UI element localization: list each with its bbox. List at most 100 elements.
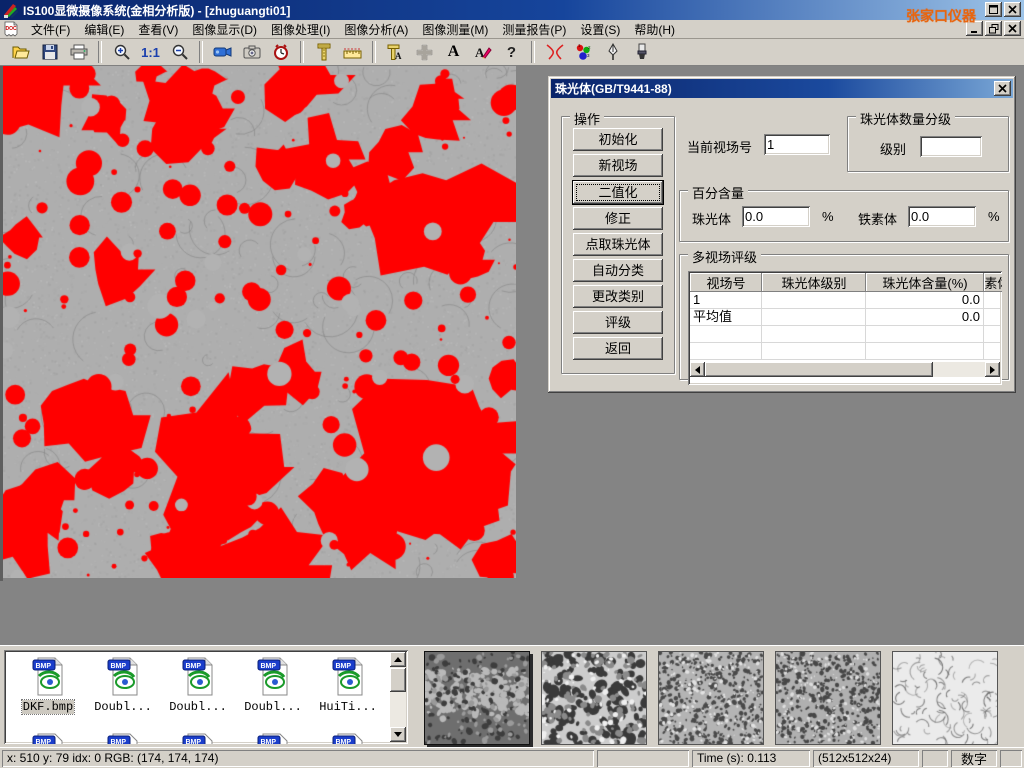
toolbar-separator: [372, 41, 376, 63]
curve-tool-button[interactable]: [540, 39, 569, 65]
binarize-button[interactable]: 二值化: [573, 181, 663, 204]
file-name[interactable]: DKF.bmp: [22, 700, 74, 714]
scroll-left-button[interactable]: [690, 362, 705, 377]
file-name[interactable]: Doubl...: [168, 700, 228, 714]
brush-tool-button[interactable]: [627, 39, 656, 65]
file-browser-panel: BMP DKF.bmp BMP Doubl... BMP Doubl... BM…: [0, 645, 1024, 748]
file-name[interactable]: Doubl...: [93, 700, 153, 714]
multi-field-group-title: 多视场评级: [688, 247, 761, 266]
file-name[interactable]: Doubl...: [243, 700, 303, 714]
print-button[interactable]: [64, 39, 93, 65]
window-title: IS100显微摄像系统(金相分析版) - [zhuguangti01]: [23, 2, 290, 19]
bmp-file-icon: BMP: [181, 732, 215, 744]
save-button[interactable]: [35, 39, 64, 65]
ferrite-percent-input[interactable]: [908, 206, 976, 227]
classify-points-button[interactable]: 123: [569, 39, 598, 65]
svg-text:BMP: BMP: [36, 663, 52, 670]
pearlite-percent-input[interactable]: [742, 206, 810, 227]
file-name[interactable]: HuiTi...: [318, 700, 378, 714]
file-item[interactable]: BMP DKF.bmp: [12, 656, 84, 714]
table-row[interactable]: 1 0.0: [690, 292, 1000, 309]
svg-text:BMP: BMP: [336, 663, 352, 670]
menu-image-measure[interactable]: 图像测量(M): [415, 20, 495, 39]
thumbnail-image[interactable]: [541, 651, 647, 745]
thumbnail-image[interactable]: [658, 651, 764, 745]
file-list-scrollbar[interactable]: [390, 652, 406, 742]
scrollbar-thumb[interactable]: [390, 668, 406, 692]
insert-text-button[interactable]: A: [439, 39, 468, 65]
micrograph-image[interactable]: [3, 66, 516, 578]
zoom-out-button[interactable]: [165, 39, 194, 65]
save-icon: [42, 44, 58, 60]
bmp-file-icon: BMP: [31, 732, 65, 744]
menu-edit[interactable]: 编辑(E): [77, 20, 131, 39]
rating-table[interactable]: 视场号 珠光体级别 珠光体含量(%) 铁素体含量(%) 1 0.0: [688, 271, 1002, 385]
toolbar-separator: [98, 41, 102, 63]
current-field-input[interactable]: [764, 134, 830, 155]
table-horizontal-scrollbar[interactable]: [690, 362, 1000, 377]
file-item[interactable]: BMP: [12, 732, 84, 744]
dialog-close-button[interactable]: [994, 81, 1011, 96]
help-button[interactable]: ?: [497, 39, 526, 65]
menu-settings[interactable]: 设置(S): [573, 20, 627, 39]
edit-text-button[interactable]: A: [468, 39, 497, 65]
timer-button[interactable]: [266, 39, 295, 65]
grade-group: 珠光体数量分级 级别: [847, 116, 1009, 172]
mdi-close-button[interactable]: [1004, 21, 1021, 36]
svg-text:3: 3: [587, 53, 590, 58]
change-class-button[interactable]: 更改类别: [573, 285, 663, 308]
file-item[interactable]: BMP: [312, 732, 384, 744]
pick-pearlite-button[interactable]: 点取珠光体: [573, 233, 663, 256]
pick-tool-button[interactable]: [598, 39, 627, 65]
grade-input[interactable]: [920, 136, 982, 157]
mdi-restore-button[interactable]: [985, 21, 1002, 36]
file-item[interactable]: BMP Doubl...: [162, 656, 234, 714]
scroll-right-button[interactable]: [985, 362, 1000, 377]
help-icon: ?: [507, 44, 516, 61]
file-item[interactable]: BMP: [162, 732, 234, 744]
auto-classify-button[interactable]: 自动分类: [573, 259, 663, 282]
ruler-button[interactable]: [338, 39, 367, 65]
file-item[interactable]: BMP: [87, 732, 159, 744]
caliper-measure-button[interactable]: [309, 39, 338, 65]
menu-help[interactable]: 帮助(H): [627, 20, 682, 39]
file-item[interactable]: BMP: [237, 732, 309, 744]
thumbnail-image[interactable]: [892, 651, 998, 745]
table-row: [690, 326, 1000, 343]
pattern-grid-button[interactable]: [410, 39, 439, 65]
rate-button[interactable]: 评级: [573, 311, 663, 334]
menu-image-display[interactable]: 图像显示(D): [185, 20, 264, 39]
menu-view[interactable]: 查看(V): [131, 20, 185, 39]
new-field-button[interactable]: 新视场: [573, 154, 663, 177]
measure-text-button[interactable]: A: [381, 39, 410, 65]
scroll-down-button[interactable]: [390, 727, 406, 742]
file-item[interactable]: BMP Doubl...: [87, 656, 159, 714]
table-row[interactable]: 平均值 0.0: [690, 309, 1000, 326]
scroll-up-button[interactable]: [390, 652, 406, 667]
dialog-titlebar[interactable]: 珠光体(GB/T9441-88): [551, 79, 1013, 98]
correct-button[interactable]: 修正: [573, 207, 663, 230]
document-icon[interactable]: DOC: [3, 21, 19, 37]
video-capture-button[interactable]: [208, 39, 237, 65]
file-item[interactable]: BMP HuiTi...: [312, 656, 384, 714]
return-button[interactable]: 返回: [573, 337, 663, 360]
menu-image-processing[interactable]: 图像处理(I): [264, 20, 337, 39]
file-item[interactable]: BMP Doubl...: [237, 656, 309, 714]
snapshot-button[interactable]: [237, 39, 266, 65]
scrollbar-thumb[interactable]: [705, 362, 933, 377]
maximize-button[interactable]: [985, 2, 1002, 17]
init-button[interactable]: 初始化: [573, 128, 663, 151]
menu-file[interactable]: 文件(F): [24, 20, 77, 39]
thumbnail-image[interactable]: [775, 651, 881, 745]
actual-size-button[interactable]: 1:1: [136, 39, 165, 65]
close-button[interactable]: [1004, 2, 1021, 17]
vendor-watermark: 张家口仪器: [906, 6, 976, 26]
menu-image-analysis[interactable]: 图像分析(A): [337, 20, 415, 39]
open-button[interactable]: [6, 39, 35, 65]
cross-pattern-icon: [416, 44, 433, 61]
table-cell: [762, 292, 866, 308]
zoom-in-button[interactable]: [107, 39, 136, 65]
menu-measure-report[interactable]: 测量报告(P): [495, 20, 573, 39]
thumbnail-image[interactable]: [424, 651, 530, 745]
file-list[interactable]: BMP DKF.bmp BMP Doubl... BMP Doubl... BM…: [4, 650, 408, 744]
